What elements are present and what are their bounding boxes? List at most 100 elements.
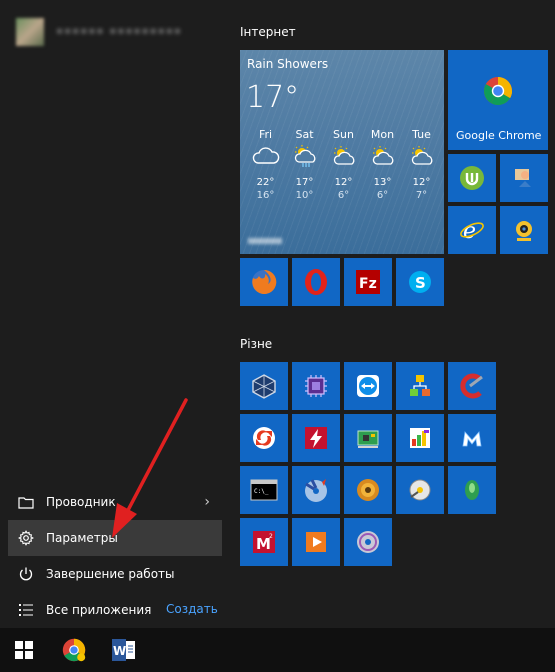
tile-shield-app[interactable] xyxy=(448,466,496,514)
taskbar-word[interactable]: W xyxy=(100,628,148,672)
group-title-misc[interactable]: Різне xyxy=(240,337,272,351)
svg-text:C:\_: C:\_ xyxy=(254,488,269,495)
chrome-icon xyxy=(62,638,86,662)
tile-app-user[interactable] xyxy=(500,154,548,202)
menu-item-all-apps[interactable]: Все приложения xyxy=(8,592,158,628)
utorrent-icon xyxy=(460,166,484,190)
forecast-day-name: Mon xyxy=(370,128,395,141)
forecast-low: 16° xyxy=(256,190,275,201)
avatar xyxy=(16,18,44,46)
folder-icon xyxy=(16,495,36,509)
tile-internet-explorer[interactable]: e xyxy=(448,206,496,254)
menu-item-label: Завершение работы xyxy=(46,567,175,581)
mega-icon: M2 xyxy=(253,531,275,553)
tile-video-player[interactable] xyxy=(292,518,340,566)
forecast-low: 6° xyxy=(337,190,350,201)
weather-forecast: Fri 22° 16° Sat 17° 10° Sun 12° 6° Mon 1… xyxy=(246,128,442,201)
weather-location xyxy=(248,238,282,244)
forecast-high: 12° xyxy=(334,177,353,188)
forecast-high: 12° xyxy=(412,177,431,188)
power-icon xyxy=(16,566,36,582)
group-title-internet[interactable]: Інтернет xyxy=(240,25,296,39)
chevron-right-icon[interactable]: › xyxy=(204,494,210,510)
forecast-day: Sat 17° 10° xyxy=(285,128,324,201)
forecast-day-name: Sun xyxy=(333,128,354,141)
orb-icon xyxy=(357,479,379,501)
virtualbox-icon xyxy=(252,374,276,399)
tile-disk-tool[interactable] xyxy=(396,466,444,514)
tile-hardware-monitor[interactable] xyxy=(344,414,392,462)
tile-reload-app[interactable] xyxy=(240,414,288,462)
tile-media-player[interactable] xyxy=(344,466,392,514)
svg-text:2: 2 xyxy=(269,533,273,540)
tile-google-chrome[interactable]: Google Chrome xyxy=(448,50,548,150)
tile-firefox[interactable] xyxy=(240,258,288,306)
tile-cpu-z[interactable] xyxy=(292,362,340,410)
opera-icon xyxy=(305,269,327,295)
cloud-icon xyxy=(252,147,279,164)
tile-teamviewer[interactable] xyxy=(344,362,392,410)
forecast-high: 13° xyxy=(373,177,392,188)
cpu-icon xyxy=(305,375,327,397)
shield-leaf-icon xyxy=(465,480,479,500)
taskbar-chrome[interactable] xyxy=(50,628,98,672)
svg-text:W: W xyxy=(113,644,126,658)
teamviewer-icon xyxy=(357,375,379,397)
circuit-board-icon xyxy=(357,430,379,448)
tile-mega-app[interactable]: M2 xyxy=(240,518,288,566)
tile-dvd-app[interactable] xyxy=(344,518,392,566)
disk-drive-icon xyxy=(409,479,431,501)
forecast-day: Sun 12° 6° xyxy=(324,128,363,201)
forecast-day-name: Sat xyxy=(295,128,314,141)
tile-opera[interactable] xyxy=(292,258,340,306)
partly-cloudy-icon xyxy=(372,146,393,165)
forecast-day-name: Tue xyxy=(412,128,431,141)
tile-ccleaner[interactable] xyxy=(448,362,496,410)
user-account[interactable]: •••••• ••••••••• xyxy=(16,18,182,46)
ccleaner-icon xyxy=(460,373,483,399)
create-link[interactable]: Создать xyxy=(166,602,218,616)
forecast-day: Fri 22° 16° xyxy=(246,128,285,201)
sun-rain-icon xyxy=(294,145,315,167)
webcam-icon xyxy=(516,221,532,241)
svg-text:e: e xyxy=(463,219,476,243)
svg-text:Fz: Fz xyxy=(359,276,377,292)
network-icon xyxy=(410,375,430,396)
menu-item-explorer[interactable]: Проводник › xyxy=(8,484,222,520)
firefox-icon xyxy=(252,269,277,294)
weather-condition: Rain Showers xyxy=(247,57,329,71)
tile-virtualbox[interactable] xyxy=(240,362,288,410)
tile-skype[interactable]: S xyxy=(396,258,444,306)
menu-item-settings[interactable]: Параметры xyxy=(8,520,222,556)
disc-burner-icon xyxy=(305,479,327,502)
tile-malwarebytes[interactable] xyxy=(448,414,496,462)
tile-flash[interactable] xyxy=(292,414,340,462)
tile-network-app[interactable] xyxy=(396,362,444,410)
tile-command-prompt[interactable]: C:\_ xyxy=(240,466,288,514)
tile-paint-app[interactable] xyxy=(396,414,444,462)
gear-icon xyxy=(16,530,36,546)
forecast-day: Tue 12° 7° xyxy=(402,128,441,201)
flash-icon xyxy=(305,427,327,449)
list-icon xyxy=(16,603,36,617)
internet-explorer-icon: e xyxy=(460,219,484,243)
forecast-low: 10° xyxy=(295,190,314,201)
tile-burning-app[interactable] xyxy=(292,466,340,514)
forecast-high: 17° xyxy=(295,177,314,188)
tile-label: Google Chrome xyxy=(456,129,542,142)
tile-filezilla[interactable]: Fz xyxy=(344,258,392,306)
refresh-arrow-icon xyxy=(253,427,275,449)
partly-cloudy-icon xyxy=(411,146,432,165)
chrome-icon xyxy=(484,77,512,105)
partly-cloudy-icon xyxy=(333,146,354,165)
tile-webcam[interactable] xyxy=(500,206,548,254)
start-menu: •••••• ••••••••• Проводник › Параметры З… xyxy=(0,0,555,628)
username: •••••• ••••••••• xyxy=(56,25,182,39)
tile-utorrent[interactable] xyxy=(448,154,496,202)
start-button[interactable] xyxy=(0,628,48,672)
filezilla-icon: Fz xyxy=(356,270,380,294)
menu-item-shutdown[interactable]: Завершение работы xyxy=(8,556,222,592)
dvd-disc-icon xyxy=(357,531,379,553)
user-app-icon xyxy=(515,169,531,187)
weather-tile[interactable]: Rain Showers 17° Fri 22° 16° Sat 17° 10° xyxy=(240,50,444,254)
